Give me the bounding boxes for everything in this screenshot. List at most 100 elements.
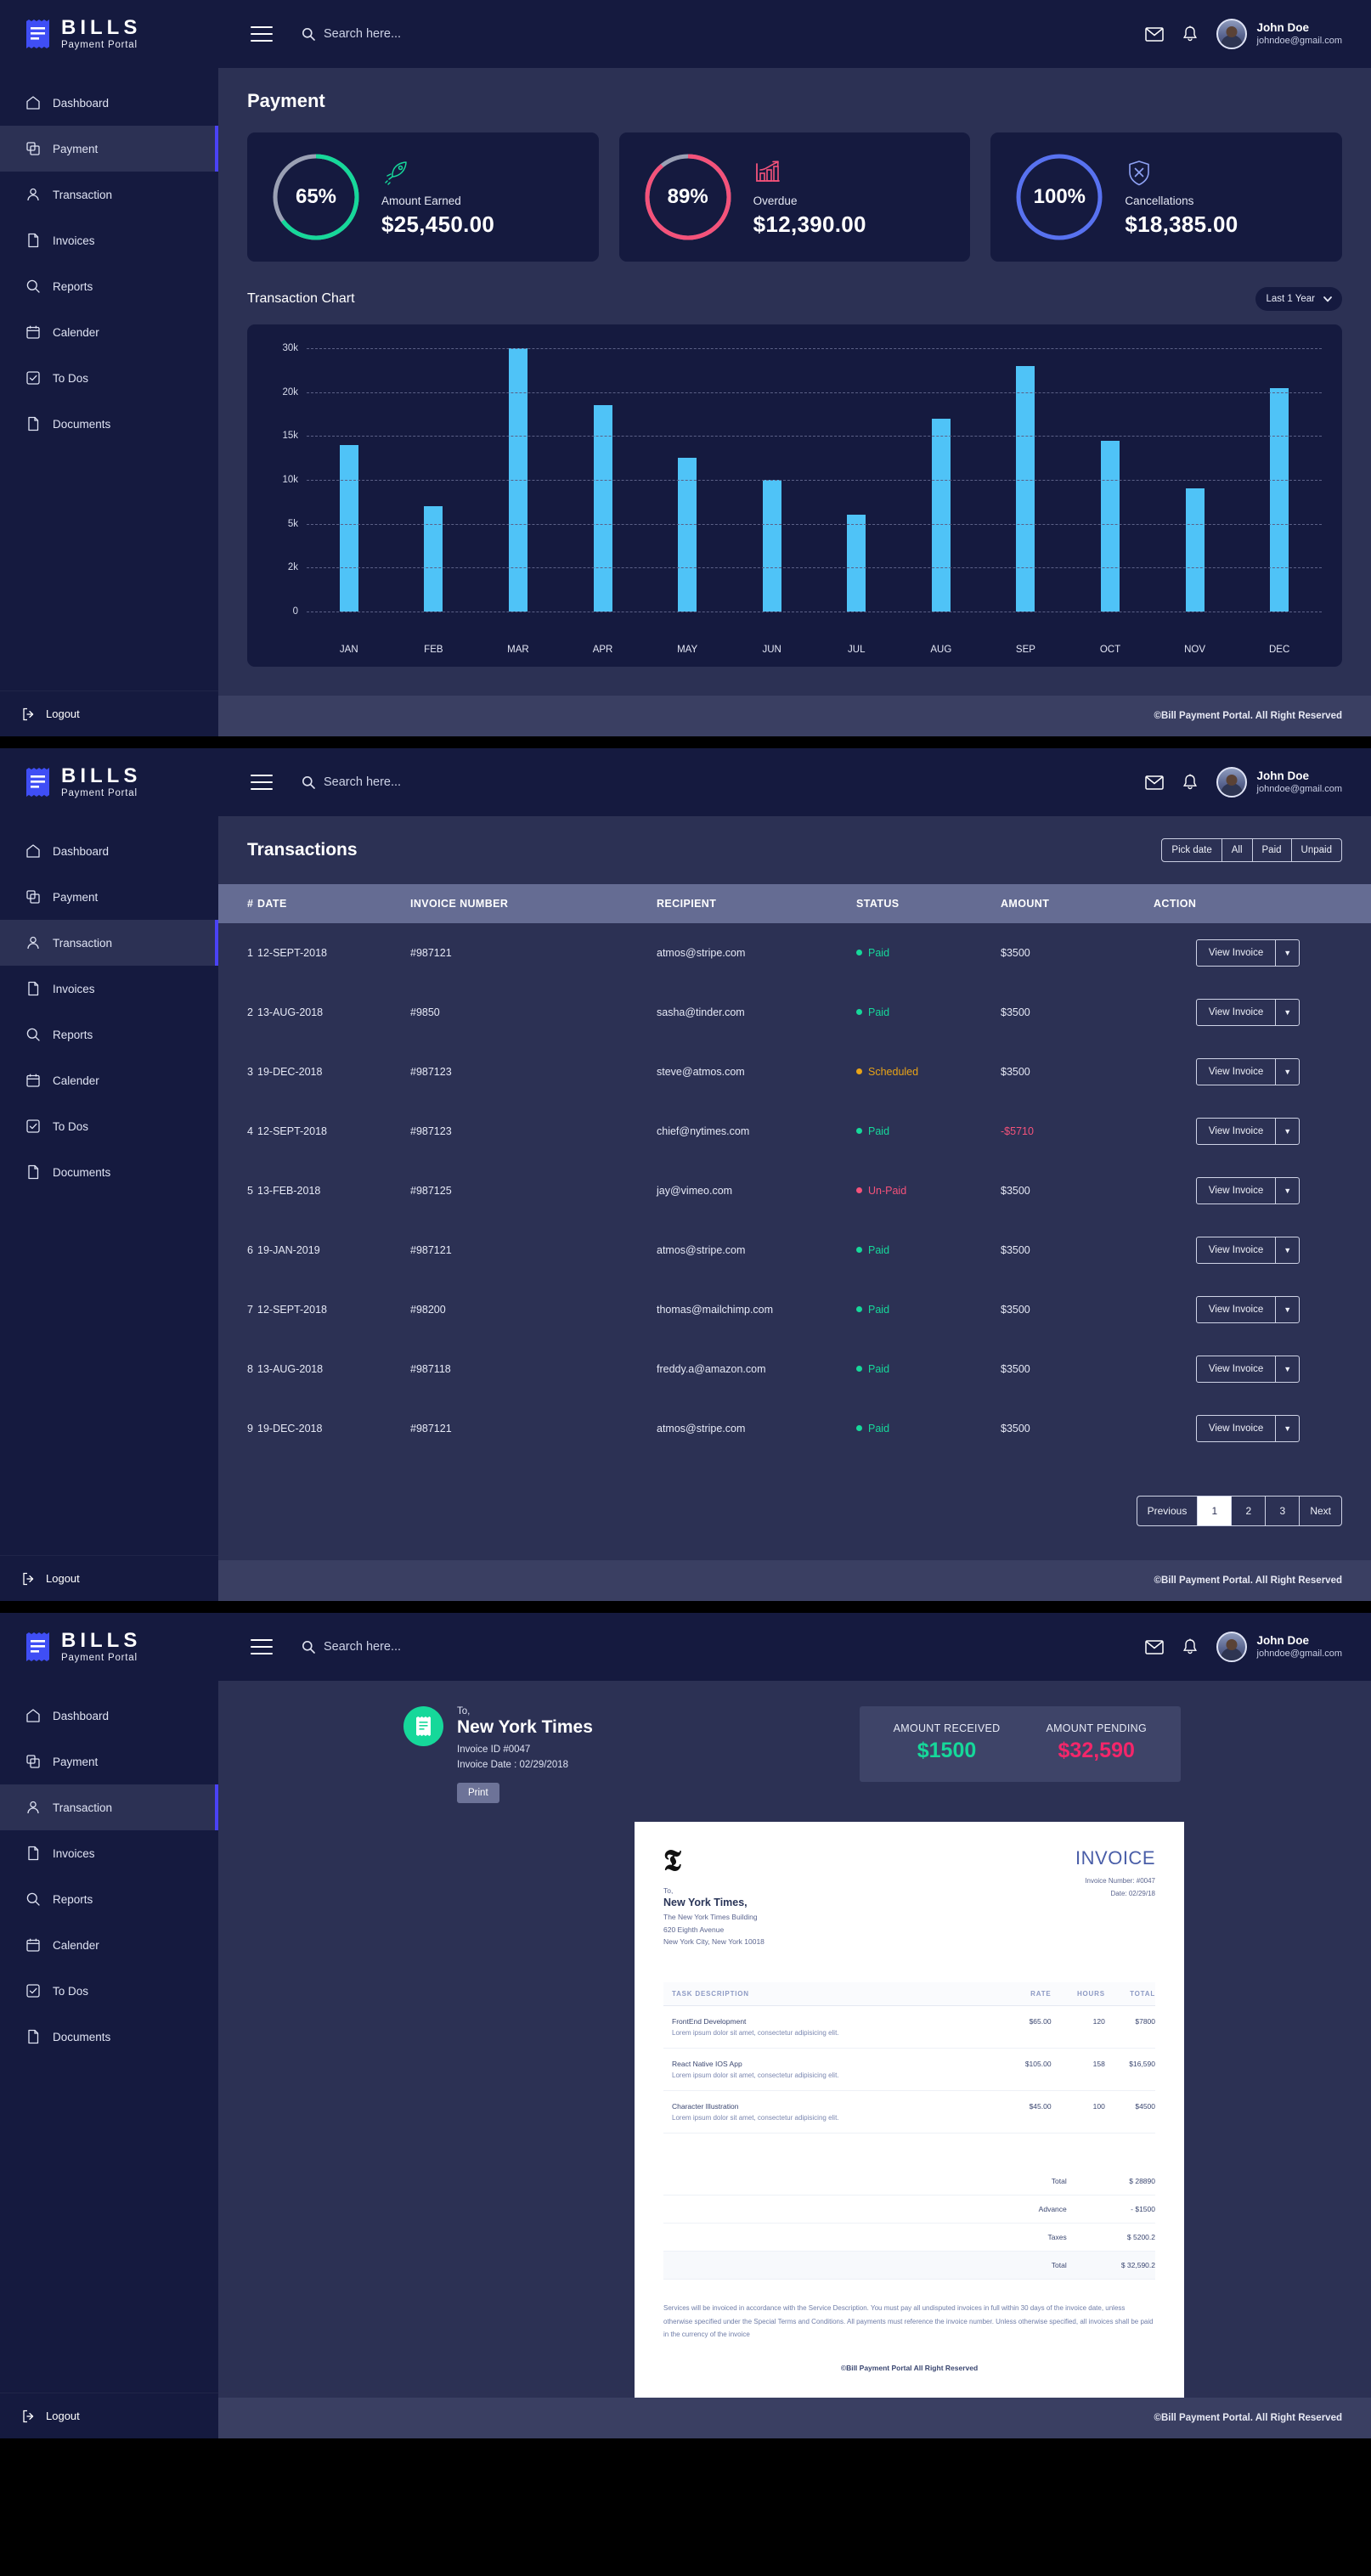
- chart-bar[interactable]: [424, 506, 443, 612]
- sidebar-item-reports[interactable]: Reports: [0, 263, 218, 309]
- chevron-down-icon[interactable]: ▼: [1275, 1000, 1299, 1025]
- view-invoice-button[interactable]: View Invoice: [1197, 1416, 1275, 1441]
- search-input[interactable]: [324, 775, 544, 789]
- chart-bar[interactable]: [1100, 440, 1120, 612]
- sidebar-item-transaction[interactable]: Transaction: [0, 920, 218, 966]
- view-invoice-button[interactable]: View Invoice: [1197, 1119, 1275, 1144]
- table-row[interactable]: 8 13-AUG-2018 #987118 freddy.a@amazon.com Pa…: [218, 1339, 1371, 1399]
- menu-toggle-button[interactable]: [251, 1639, 273, 1654]
- sidebar-item-payment[interactable]: Payment: [0, 126, 218, 172]
- bell-icon[interactable]: [1182, 1638, 1198, 1655]
- filter-button-paid[interactable]: Paid: [1251, 839, 1291, 861]
- view-invoice-button[interactable]: View Invoice: [1197, 1000, 1275, 1025]
- pagination-page-3[interactable]: 3: [1265, 1497, 1299, 1525]
- table-row[interactable]: 4 12-SEPT-2018 #987123 chief@nytimes.com Pai…: [218, 1102, 1371, 1161]
- sidebar-item-invoices[interactable]: Invoices: [0, 217, 218, 263]
- sidebar-item-dashboard[interactable]: Dashboard: [0, 1693, 218, 1739]
- pagination-previous-button[interactable]: Previous: [1137, 1497, 1198, 1525]
- search-box[interactable]: [302, 1640, 544, 1654]
- mail-icon[interactable]: [1144, 775, 1164, 790]
- chevron-down-icon[interactable]: ▼: [1275, 1356, 1299, 1382]
- chart-bar[interactable]: [339, 444, 358, 612]
- table-row[interactable]: 5 13-FEB-2018 #987125 jay@vimeo.com Un-Paid $…: [218, 1161, 1371, 1220]
- sidebar-item-calender[interactable]: Calender: [0, 1057, 218, 1103]
- status-label: Paid: [868, 1363, 890, 1375]
- brand-logo[interactable]: BILLS Payment Portal: [0, 0, 218, 68]
- avatar[interactable]: [1216, 19, 1247, 49]
- user-info[interactable]: John Doe johndoe@gmail.com: [1257, 21, 1342, 48]
- sidebar-item-to-dos[interactable]: To Dos: [0, 355, 218, 401]
- sidebar-item-invoices[interactable]: Invoices: [0, 1830, 218, 1876]
- user-info[interactable]: John Doe johndoe@gmail.com: [1257, 1634, 1342, 1660]
- sidebar-item-dashboard[interactable]: Dashboard: [0, 80, 218, 126]
- brand-logo[interactable]: BILLS Payment Portal: [0, 748, 218, 816]
- chart-bar[interactable]: [1016, 365, 1035, 612]
- search-input[interactable]: [324, 1640, 544, 1654]
- print-button[interactable]: Print: [457, 1782, 499, 1803]
- chart-bar[interactable]: [847, 515, 866, 612]
- view-invoice-button[interactable]: View Invoice: [1197, 1237, 1275, 1263]
- table-row[interactable]: 3 19-DEC-2018 #987123 steve@atmos.com Schedu…: [218, 1042, 1371, 1102]
- chevron-down-icon[interactable]: ▼: [1275, 940, 1299, 966]
- user-info[interactable]: John Doe johndoe@gmail.com: [1257, 769, 1342, 796]
- sidebar-item-invoices[interactable]: Invoices: [0, 966, 218, 1012]
- chevron-down-icon[interactable]: ▼: [1275, 1178, 1299, 1203]
- chart-bar[interactable]: [1185, 488, 1205, 612]
- menu-toggle-button[interactable]: [251, 26, 273, 42]
- chevron-down-icon[interactable]: ▼: [1275, 1237, 1299, 1263]
- filter-button-all[interactable]: All: [1221, 839, 1252, 861]
- sidebar-item-documents[interactable]: Documents: [0, 401, 218, 447]
- table-row[interactable]: 1 12-SEPT-2018 #987121 atmos@stripe.com Paid…: [218, 923, 1371, 983]
- logout-button[interactable]: Logout: [0, 2393, 218, 2439]
- search-input[interactable]: [324, 27, 544, 41]
- table-row[interactable]: 9 19-DEC-2018 #987121 atmos@stripe.com Paid $…: [218, 1399, 1371, 1458]
- sidebar-item-dashboard[interactable]: Dashboard: [0, 828, 218, 874]
- logout-button[interactable]: Logout: [0, 1555, 218, 1601]
- sidebar-item-reports[interactable]: Reports: [0, 1876, 218, 1922]
- sidebar-item-to-dos[interactable]: To Dos: [0, 1968, 218, 2014]
- sidebar-item-documents[interactable]: Documents: [0, 2014, 218, 2060]
- chart-bar[interactable]: [762, 480, 781, 612]
- filter-button-pick-date[interactable]: Pick date: [1162, 839, 1221, 861]
- view-invoice-button[interactable]: View Invoice: [1197, 1178, 1275, 1203]
- view-invoice-button[interactable]: View Invoice: [1197, 1356, 1275, 1382]
- bell-icon[interactable]: [1182, 774, 1198, 791]
- view-invoice-button[interactable]: View Invoice: [1197, 1297, 1275, 1322]
- chart-bar[interactable]: [931, 418, 951, 612]
- view-invoice-button[interactable]: View Invoice: [1197, 940, 1275, 966]
- chevron-down-icon[interactable]: ▼: [1275, 1416, 1299, 1441]
- pagination-page-2[interactable]: 2: [1231, 1497, 1265, 1525]
- sidebar-item-to-dos[interactable]: To Dos: [0, 1103, 218, 1149]
- logout-button[interactable]: Logout: [0, 691, 218, 736]
- chart-bar[interactable]: [678, 458, 697, 612]
- sidebar-item-documents[interactable]: Documents: [0, 1149, 218, 1195]
- sidebar-item-calender[interactable]: Calender: [0, 1922, 218, 1968]
- menu-toggle-button[interactable]: [251, 775, 273, 790]
- table-row[interactable]: 2 13-AUG-2018 #9850 sasha@tinder.com Paid $35…: [218, 983, 1371, 1042]
- pagination-page-1[interactable]: 1: [1197, 1497, 1232, 1525]
- view-invoice-button[interactable]: View Invoice: [1197, 1059, 1275, 1085]
- brand-logo[interactable]: BILLS Payment Portal: [0, 1613, 218, 1681]
- table-row[interactable]: 6 19-JAN-2019 #987121 atmos@stripe.com Paid $…: [218, 1220, 1371, 1280]
- mail-icon[interactable]: [1144, 1639, 1164, 1654]
- date-range-dropdown[interactable]: Last 1 Year: [1255, 287, 1342, 311]
- sidebar-item-transaction[interactable]: Transaction: [0, 1784, 218, 1830]
- sidebar-item-payment[interactable]: Payment: [0, 874, 218, 920]
- search-box[interactable]: [302, 775, 544, 789]
- table-row[interactable]: 7 12-SEPT-2018 #98200 thomas@mailchimp.com P…: [218, 1280, 1371, 1339]
- chevron-down-icon[interactable]: ▼: [1275, 1059, 1299, 1085]
- search-box[interactable]: [302, 27, 544, 41]
- bell-icon[interactable]: [1182, 25, 1198, 42]
- chevron-down-icon[interactable]: ▼: [1275, 1119, 1299, 1144]
- sidebar-item-payment[interactable]: Payment: [0, 1739, 218, 1784]
- pagination-next-button[interactable]: Next: [1299, 1497, 1341, 1525]
- avatar[interactable]: [1216, 1632, 1247, 1662]
- filter-button-unpaid[interactable]: Unpaid: [1290, 839, 1341, 861]
- sidebar-item-calender[interactable]: Calender: [0, 309, 218, 355]
- chevron-down-icon[interactable]: ▼: [1275, 1297, 1299, 1322]
- sidebar-item-reports[interactable]: Reports: [0, 1012, 218, 1057]
- avatar[interactable]: [1216, 767, 1247, 798]
- chart-bar[interactable]: [1270, 387, 1289, 612]
- mail-icon[interactable]: [1144, 26, 1164, 42]
- sidebar-item-transaction[interactable]: Transaction: [0, 172, 218, 217]
